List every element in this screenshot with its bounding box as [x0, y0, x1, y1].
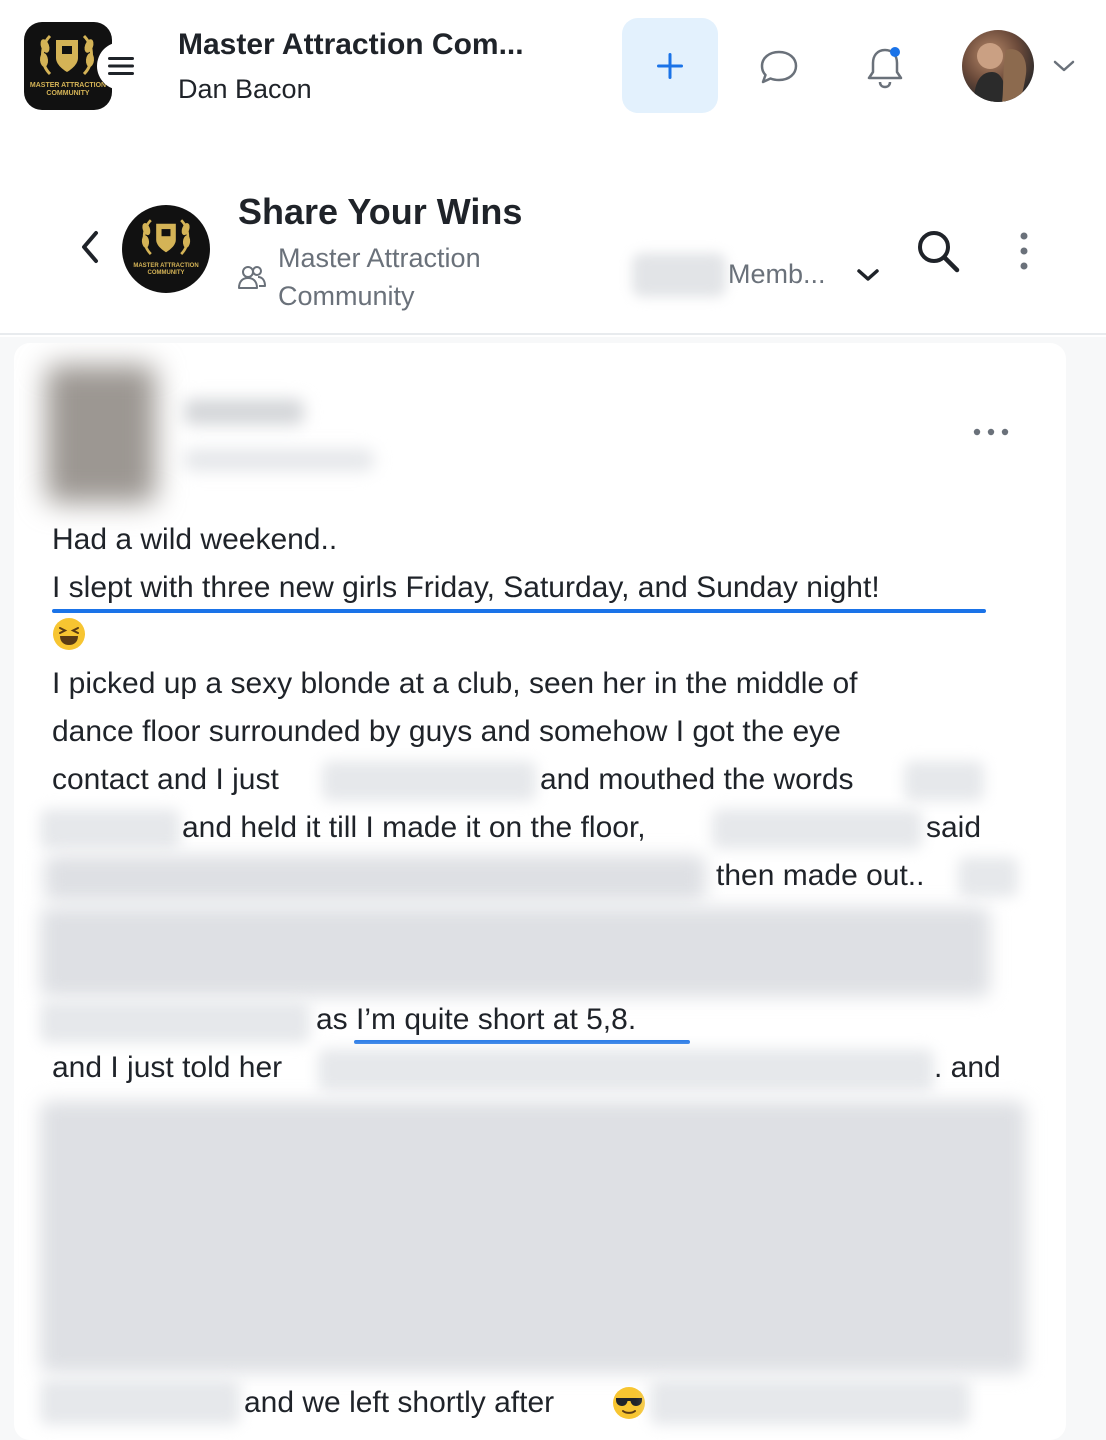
- post-text-line: and mouthed the words: [540, 763, 854, 796]
- redacted-text: [40, 1001, 310, 1043]
- community-title[interactable]: Master Attraction Com...: [178, 28, 524, 62]
- logo-text: MASTER ATTRACTION COMMUNITY: [133, 263, 199, 276]
- hamburger-icon: [108, 57, 134, 75]
- avatar[interactable]: [962, 30, 1034, 102]
- redacted-text: [44, 855, 706, 901]
- laurel-wreath-icon: [39, 34, 95, 76]
- channel-subtitle: Master Attraction Community: [278, 243, 481, 311]
- member-count-redacted: [632, 253, 726, 297]
- redacted-text: [318, 1049, 934, 1091]
- redacted-text: [40, 809, 180, 849]
- channel-more-button[interactable]: [1004, 225, 1044, 277]
- post-text-line: and we left shortly after: [244, 1386, 555, 1419]
- search-icon: [918, 231, 960, 273]
- sunglasses-emoji-icon: [613, 1387, 645, 1419]
- channel-logo: MASTER ATTRACTION COMMUNITY: [122, 205, 210, 293]
- more-horizontal-icon: [973, 428, 1009, 436]
- bell-icon: [867, 47, 903, 89]
- redacted-text: [322, 761, 536, 801]
- post-text-line: I picked up a sexy blonde at a club, see…: [52, 667, 858, 700]
- chevron-down-icon: [1053, 60, 1075, 72]
- post-text-line: as I’m quite short at 5,8.: [316, 1003, 637, 1036]
- chat-button[interactable]: [752, 40, 806, 94]
- channel-header: MASTER ATTRACTION COMMUNITY Share Your W…: [0, 135, 1106, 335]
- chat-bubble-icon: [760, 50, 798, 84]
- more-vertical-icon: [1020, 232, 1028, 270]
- post-text-line: dance floor surrounded by guys and someh…: [52, 715, 841, 748]
- notification-dot: [890, 47, 900, 57]
- post-text-line: and I just told her: [52, 1051, 283, 1084]
- members-label[interactable]: Memb...: [728, 259, 826, 290]
- add-button[interactable]: [622, 18, 718, 113]
- logo-text: MASTER ATTRACTION COMMUNITY: [29, 82, 107, 97]
- search-button[interactable]: [912, 225, 964, 277]
- profile-photo: [974, 43, 1027, 102]
- post-text-line: . and: [934, 1051, 1001, 1084]
- notifications-button[interactable]: [858, 40, 912, 94]
- redacted-paragraph: [40, 907, 990, 997]
- account-menu-button[interactable]: [1046, 48, 1082, 84]
- channel-title: Share Your Wins: [238, 191, 523, 232]
- highlight-underline: [52, 609, 986, 613]
- top-bar: MASTER ATTRACTION COMMUNITY Master Attra…: [0, 0, 1106, 135]
- laurel-wreath-icon: [141, 219, 191, 256]
- redacted-paragraph: [40, 1101, 1026, 1373]
- highlight-underline: [354, 1040, 690, 1044]
- post-text-line: and held it till I made it on the floor,: [182, 811, 646, 844]
- redacted-text: [958, 857, 1018, 897]
- post-card: Had a wild weekend.. I slept with three …: [14, 343, 1066, 1440]
- user-name: Dan Bacon: [178, 74, 312, 104]
- post-text-line: contact and I just: [52, 763, 279, 796]
- chevron-down-icon: [857, 269, 879, 281]
- menu-button[interactable]: [97, 42, 145, 90]
- back-button[interactable]: [70, 225, 110, 269]
- laughing-emoji-icon: [53, 618, 85, 650]
- post-more-button[interactable]: [964, 415, 1018, 449]
- post-text-line: I slept with three new girls Friday, Sat…: [52, 571, 880, 604]
- redacted-text: [40, 1379, 240, 1425]
- post-author-redacted: [46, 365, 376, 505]
- redacted-text: [650, 1379, 970, 1425]
- members-dropdown[interactable]: [852, 259, 884, 291]
- post-text-line: said: [926, 811, 982, 844]
- chevron-left-icon: [82, 231, 98, 263]
- plus-icon: [657, 52, 683, 79]
- redacted-text: [712, 809, 922, 849]
- people-icon: [238, 266, 266, 289]
- feed: Had a wild weekend.. I slept with three …: [0, 337, 1106, 1440]
- post-text-line: then made out..: [716, 859, 925, 892]
- post-text-line: Had a wild weekend..: [52, 523, 338, 556]
- redacted-text: [904, 761, 984, 801]
